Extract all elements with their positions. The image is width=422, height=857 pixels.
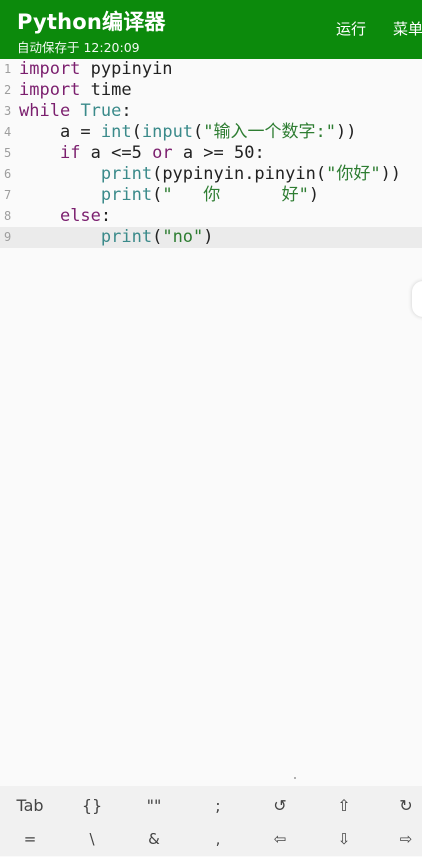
symbol-keyboard: Tab {} "" ; ↺ ⇧ ↻ = \ & , ⇦ ⇩ ⇨ bbox=[0, 786, 422, 856]
code-token: import bbox=[19, 59, 81, 79]
key-quotes[interactable]: "" bbox=[124, 788, 184, 823]
line-number: 9 bbox=[4, 230, 12, 244]
shift-icon[interactable]: ⇧ bbox=[314, 788, 374, 823]
code-text: import time bbox=[19, 80, 132, 101]
key-braces[interactable]: {} bbox=[62, 788, 122, 823]
key-backslash[interactable]: \ bbox=[62, 822, 122, 857]
app-title: Python编译器 bbox=[17, 10, 166, 34]
key-semicolon[interactable]: ; bbox=[188, 788, 248, 823]
code-line[interactable]: 4 a = int(input("输入一个数字:")) bbox=[0, 122, 422, 143]
code-token: if bbox=[59, 143, 81, 163]
code-token: int bbox=[100, 122, 132, 142]
code-token: : bbox=[121, 101, 132, 121]
line-number: 7 bbox=[4, 188, 12, 202]
code-token: a <=5 bbox=[80, 143, 153, 163]
code-text: print("no") bbox=[19, 227, 214, 248]
key-tab[interactable]: Tab bbox=[0, 788, 60, 823]
code-token: (pypinyin.pinyin( bbox=[152, 164, 327, 184]
line-number: 1 bbox=[4, 62, 12, 76]
code-text: a = int(input("输入一个数字:")) bbox=[19, 122, 357, 143]
code-token: "no" bbox=[162, 227, 204, 247]
code-token: ) bbox=[308, 185, 320, 205]
code-token: input bbox=[141, 122, 194, 142]
redo-icon[interactable]: ↻ bbox=[376, 788, 422, 823]
code-text: while True: bbox=[19, 101, 132, 122]
line-number: 3 bbox=[4, 104, 12, 118]
code-text: import pypinyin bbox=[19, 59, 173, 80]
code-token: "你好" bbox=[326, 164, 381, 184]
app-bar: Python编译器 自动保存于 12:20:09 运行 菜单 bbox=[0, 0, 422, 59]
code-token: or bbox=[152, 143, 173, 163]
code-token: print bbox=[100, 227, 153, 247]
arrow-down-icon[interactable]: ⇩ bbox=[314, 822, 374, 857]
cursor-dot bbox=[294, 777, 296, 779]
code-token: "输入一个数字:" bbox=[203, 122, 337, 142]
undo-icon[interactable]: ↺ bbox=[250, 788, 310, 823]
autosave-status: 自动保存于 12:20:09 bbox=[17, 40, 140, 55]
code-text: print(pypinyin.pinyin("你好")) bbox=[19, 164, 401, 185]
code-line[interactable]: 3 while True: bbox=[0, 101, 422, 122]
code-token: ( bbox=[193, 122, 204, 142]
code-token: )) bbox=[380, 164, 402, 184]
code-line[interactable]: 5 if a <=5 or a >= 50: bbox=[0, 143, 422, 164]
line-number: 8 bbox=[4, 209, 12, 223]
code-token: print bbox=[100, 185, 153, 205]
arrow-right-icon[interactable]: ⇨ bbox=[376, 822, 422, 857]
code-line[interactable]: 9 print("no") bbox=[0, 227, 422, 248]
code-text: print(" 你 好") bbox=[19, 185, 319, 206]
line-number: 2 bbox=[4, 83, 12, 97]
code-token: print bbox=[100, 164, 153, 184]
key-equals[interactable]: = bbox=[0, 822, 60, 857]
key-ampersand[interactable]: & bbox=[124, 822, 184, 857]
run-button[interactable]: 运行 bbox=[336, 18, 366, 39]
code-line[interactable]: 2 import time bbox=[0, 80, 422, 101]
key-comma[interactable]: , bbox=[188, 822, 248, 857]
code-text: else: bbox=[19, 206, 111, 227]
line-number: 6 bbox=[4, 167, 12, 181]
code-token: " 你 好" bbox=[162, 185, 309, 205]
code-text: if a <=5 or a >= 50: bbox=[19, 143, 265, 164]
code-token: else bbox=[59, 206, 101, 226]
line-number: 5 bbox=[4, 146, 12, 160]
line-number: 4 bbox=[4, 125, 12, 139]
code-line[interactable]: 1 import pypinyin bbox=[0, 59, 422, 80]
code-editor[interactable]: 1 import pypinyin 2 import time 3 while True:… bbox=[0, 59, 422, 786]
code-token: ) bbox=[203, 227, 214, 247]
code-token: )) bbox=[336, 122, 357, 142]
arrow-left-icon[interactable]: ⇦ bbox=[250, 822, 310, 857]
code-token: a = bbox=[19, 122, 101, 142]
code-token: : bbox=[100, 206, 112, 226]
code-token: time bbox=[80, 80, 132, 100]
code-token: while bbox=[19, 101, 71, 121]
scroll-handle[interactable] bbox=[412, 281, 422, 317]
code-token: True bbox=[80, 101, 122, 121]
menu-button[interactable]: 菜单 bbox=[393, 18, 422, 39]
code-token: a >= 50: bbox=[172, 143, 265, 163]
code-line[interactable]: 6 print(pypinyin.pinyin("你好")) bbox=[0, 164, 422, 185]
code-token: ( bbox=[152, 227, 163, 247]
code-line[interactable]: 8 else: bbox=[0, 206, 422, 227]
code-token: ( bbox=[131, 122, 142, 142]
code-token: pypinyin bbox=[80, 59, 173, 79]
code-token: ( bbox=[152, 185, 163, 205]
code-line[interactable]: 7 print(" 你 好") bbox=[0, 185, 422, 206]
code-token: import bbox=[19, 80, 81, 100]
